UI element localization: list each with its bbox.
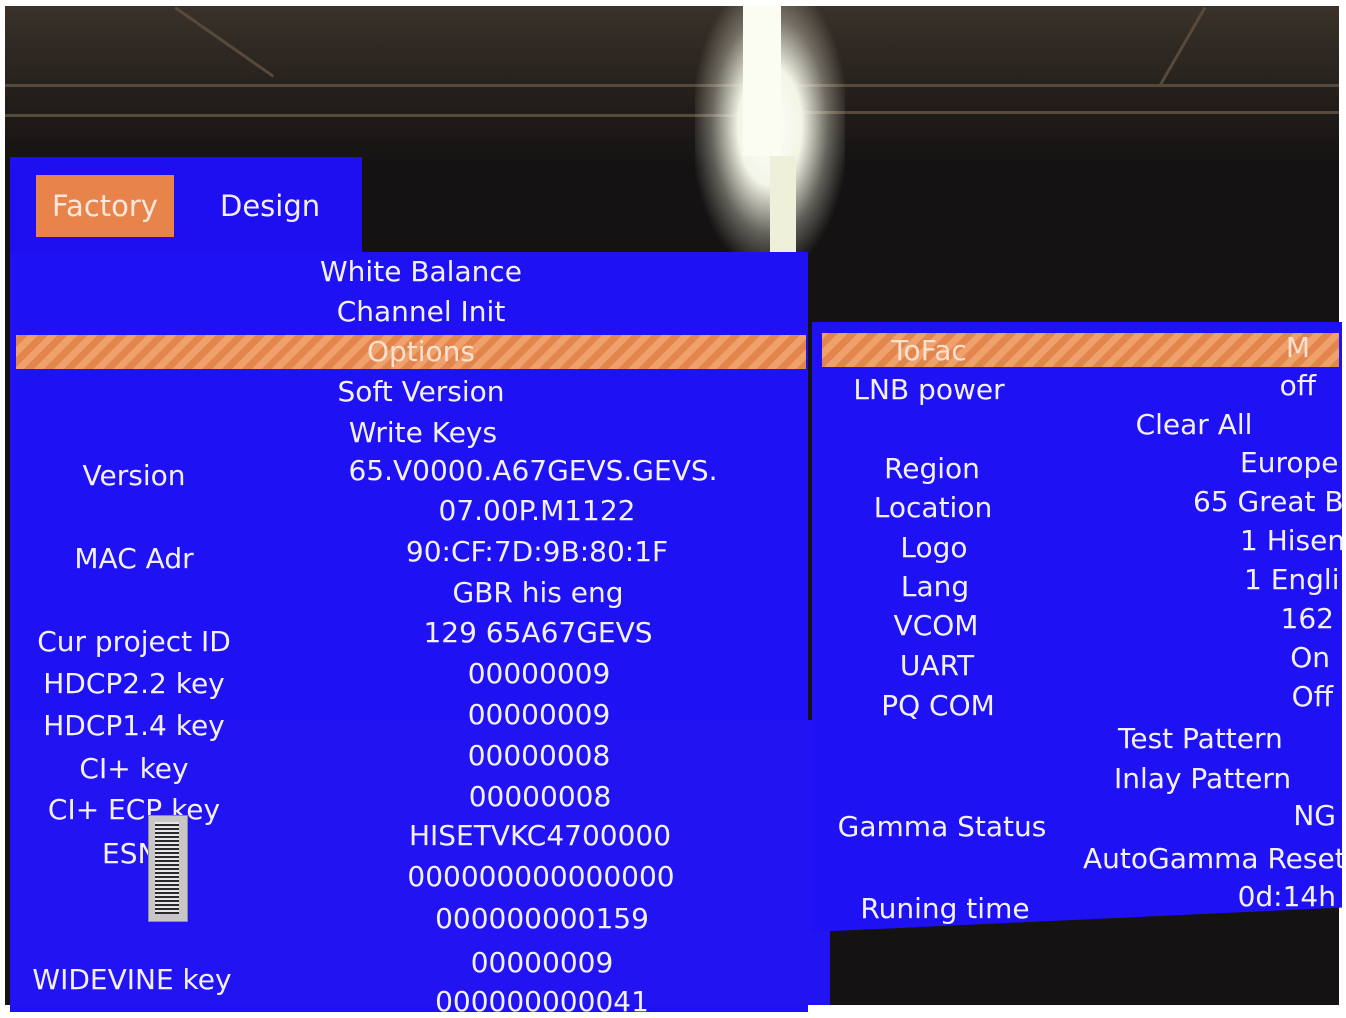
info-label-ci-key: CI+ key [79,752,189,785]
option-value-running-time: 0d:14h [1237,880,1336,913]
option-clear-all[interactable]: Clear All [1136,411,1253,439]
option-autogamma-reset[interactable]: AutoGamma Reset [1083,845,1346,873]
info-value-project-id: 129 65A67GEVS [423,616,653,649]
option-test-pattern[interactable]: Test Pattern [1118,725,1283,753]
option-value-gamma-status: NG [1293,799,1336,832]
option-value-tofac[interactable]: M [1286,334,1310,362]
menu-item-write-keys[interactable]: Write Keys [349,419,497,447]
option-label-gamma-status: Gamma Status [837,810,1047,843]
menu-item-channel-init[interactable]: Channel Init [337,298,506,326]
info-value-mac: 90:CF:7D:9B:80:1F [405,535,669,568]
menu-item-options[interactable]: Options [367,338,475,366]
option-inlay-pattern[interactable]: Inlay Pattern [1114,765,1291,793]
info-value-hdcp14: 00000009 [467,698,611,731]
info-label-version: Version [82,459,186,492]
option-label-vcom[interactable]: VCOM [894,612,979,640]
barcode-sticker [148,815,188,922]
tab-design[interactable]: Design [220,175,340,237]
info-label-ci-ecp-key: CI+ ECP key [47,793,221,826]
option-label-logo[interactable]: Logo [900,534,967,562]
option-label-tofac[interactable]: ToFac [891,337,967,365]
info-label-project-id: Cur project ID [37,625,231,658]
ceiling-light [743,6,781,156]
option-value-vcom[interactable]: 162 [1281,605,1334,633]
info-label-widevine: WIDEVINE key [32,963,232,996]
info-value-esn: HISETVKC4700000 [408,819,672,852]
menu-item-soft-version[interactable]: Soft Version [337,378,504,406]
option-value-location[interactable]: 65 Great B [1193,488,1344,516]
option-label-lnb-power[interactable]: LNB power [853,376,1004,404]
option-value-uart[interactable]: On [1290,644,1330,672]
info-label-hdcp22: HDCP2.2 key [43,667,225,700]
info-value-esn-2: 000000000000000 [407,860,675,893]
info-value-version-2: 07.00P.M1122 [438,494,636,527]
info-label-mac: MAC Adr [74,542,194,575]
option-label-running-time: Runing time [860,892,1030,925]
option-label-uart[interactable]: UART [900,652,974,680]
tab-factory[interactable]: Factory [36,175,174,237]
option-value-lang[interactable]: 1 Engli [1244,566,1339,594]
tab-bar: Factory Design [10,157,362,252]
option-value-logo[interactable]: 1 Hisen [1240,527,1345,555]
option-label-region[interactable]: Region [884,455,980,483]
option-value-region[interactable]: Europe [1240,449,1338,477]
info-value-ci-ecp-key: 00000008 [468,780,612,813]
ceiling-beam [5,114,745,117]
info-value-widevine-2: 000000000041 [435,985,649,1018]
info-value-hdcp22: 00000009 [467,657,611,690]
option-value-pq-com[interactable]: Off [1292,683,1333,711]
menu-item-white-balance[interactable]: White Balance [320,258,522,286]
option-value-lnb-power[interactable]: off [1280,372,1316,400]
info-value-country: GBR his eng [452,576,624,609]
ceiling-beam [795,111,1339,114]
info-label-hdcp14: HDCP1.4 key [43,709,225,742]
info-value-esn-3: 000000000159 [435,902,649,935]
option-label-location[interactable]: Location [874,494,992,522]
option-label-pq-com[interactable]: PQ COM [881,692,995,720]
ceiling-beam [5,84,1339,87]
option-label-lang[interactable]: Lang [901,573,969,601]
info-value-widevine: 00000009 [470,946,614,979]
barcode-icon [155,822,179,914]
light-reflection [770,156,796,266]
info-value-version: 65.V0000.A67GEVS.GEVS. [348,454,718,487]
info-value-ci-key: 00000008 [467,739,611,772]
